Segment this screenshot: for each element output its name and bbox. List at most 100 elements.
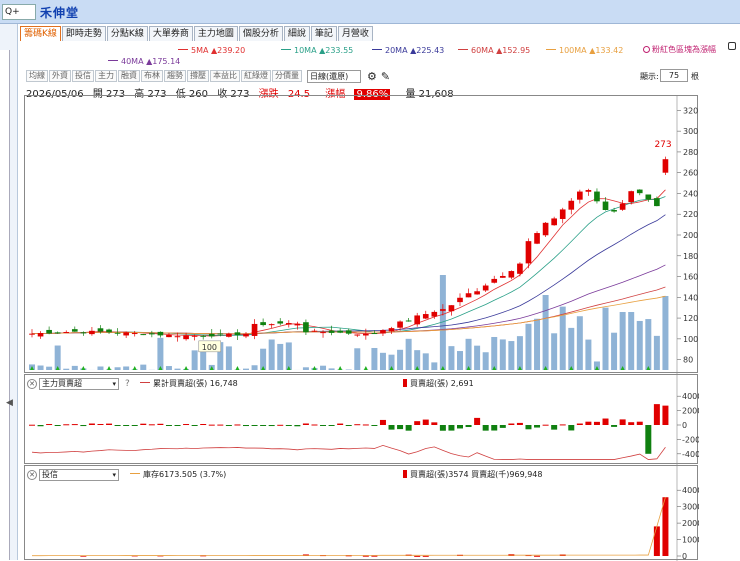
indicator-button-5[interactable]: 布林	[141, 70, 163, 82]
main-force-bar	[491, 425, 497, 431]
indicator-button-9[interactable]: 紅綠燈	[241, 70, 271, 82]
trust-bar	[534, 556, 540, 557]
main-force-bar	[380, 420, 386, 425]
left-list	[0, 50, 10, 560]
main-force-bar	[414, 421, 420, 425]
volume-bar	[474, 346, 480, 370]
tab-8[interactable]: 月營收	[338, 26, 373, 41]
main-force-bar	[38, 425, 44, 426]
y-tick-label: 4000	[682, 392, 699, 401]
search-icon[interactable]: Q+	[5, 7, 20, 17]
main-force-bar	[303, 423, 309, 425]
volume-bar	[543, 295, 549, 370]
volume-bar	[157, 338, 163, 370]
show-count-input[interactable]: 75	[660, 69, 688, 82]
help-icon[interactable]: ?	[125, 379, 130, 389]
main-force-bar	[72, 424, 78, 425]
volume-bar	[448, 346, 454, 370]
main-force-bar	[337, 424, 343, 425]
y-tick-label: 300	[683, 127, 698, 136]
indicator-button-0[interactable]: 均線	[26, 70, 48, 82]
pane2-indicator-select[interactable]: 主力買賣超	[39, 378, 119, 390]
close-icon[interactable]: ✕	[27, 379, 37, 389]
volume-bar	[517, 336, 523, 370]
volume-bar	[192, 350, 198, 370]
volume-bar	[380, 353, 386, 370]
main-force-bar	[466, 425, 472, 427]
tab-0[interactable]: 籌碼K線	[20, 26, 61, 41]
candle-body	[72, 329, 78, 332]
ma-line-5	[32, 190, 665, 336]
candle-body	[603, 202, 609, 210]
gear-icon[interactable]: ⚙	[367, 70, 377, 83]
indicator-button-1[interactable]: 外資	[49, 70, 71, 82]
close-icon[interactable]: ✕	[27, 470, 37, 480]
indicator-button-2[interactable]: 投信	[72, 70, 94, 82]
volume-bar	[483, 352, 489, 370]
main-force-bar	[354, 424, 360, 425]
indicator-button-6[interactable]: 趨勢	[164, 70, 186, 82]
main-force-bar	[594, 422, 600, 425]
y-tick-label: 140	[683, 293, 698, 302]
candle-body	[46, 330, 52, 333]
main-force-bar	[603, 419, 609, 425]
candle-body	[568, 201, 574, 210]
volume-bar	[243, 369, 249, 370]
trust-bar	[654, 526, 660, 556]
main-force-bar	[448, 425, 454, 431]
show-unit: 根	[691, 71, 699, 82]
trust-pane[interactable]: 01000200030004000 ✕ 投信 庫存6173.505 (3.7%)…	[24, 465, 698, 560]
candle-body	[243, 334, 249, 337]
y-tick-label: 200	[683, 231, 698, 240]
candle-body	[286, 323, 292, 325]
indicator-button-7[interactable]: 撐壓	[187, 70, 209, 82]
volume-bar	[551, 333, 557, 370]
candle-body	[628, 191, 634, 202]
hint-text: 粉紅色區塊為漲幅	[643, 44, 716, 55]
main-force-bar	[234, 424, 240, 425]
search-tool[interactable]: Q+	[2, 4, 36, 20]
period-select[interactable]: 日線(還原)	[307, 70, 361, 83]
volume-bar	[354, 348, 360, 370]
y-tick-label: 320	[683, 106, 698, 115]
volume-bar	[63, 369, 69, 370]
main-force-bar	[525, 425, 531, 429]
main-force-bar	[474, 418, 480, 425]
candle-body	[89, 331, 95, 334]
indicator-button-10[interactable]: 分價量	[272, 70, 302, 82]
collapse-arrow-icon[interactable]: ◀	[6, 398, 13, 408]
tab-5[interactable]: 個股分析	[239, 26, 283, 41]
volume-bar	[72, 366, 78, 370]
tab-3[interactable]: 大單券商	[149, 26, 193, 41]
candle-body	[457, 298, 463, 302]
tab-2[interactable]: 分點K線	[107, 26, 148, 41]
volume-bar	[628, 312, 634, 370]
main-force-bar	[423, 420, 429, 425]
tab-7[interactable]: 筆記	[311, 26, 337, 41]
candle-body	[423, 314, 429, 318]
candle-body	[295, 324, 301, 326]
trust-chart[interactable]: 01000200030004000	[25, 466, 699, 561]
main-force-bar	[97, 424, 103, 425]
lock-icon[interactable]	[728, 42, 736, 50]
indicator-button-8[interactable]: 本益比	[210, 70, 240, 82]
signal-marker	[235, 366, 239, 370]
tab-1[interactable]: 即時走勢	[62, 26, 106, 41]
kline-chart-pane[interactable]: 8010012014016018020022024026028030032010…	[24, 95, 698, 373]
main-force-pane[interactable]: -4000-2000020004000 ✕ 主力買賣超 ? 累計買賣超(張) 1…	[24, 374, 698, 464]
volume-bar	[166, 366, 172, 370]
indicator-button-3[interactable]: 主力	[95, 70, 117, 82]
candle-body	[440, 309, 446, 311]
candle-body	[543, 223, 549, 235]
pane3-legend-holdings: 庫存6173.505 (3.7%)	[130, 469, 226, 480]
tab-4[interactable]: 主力地圖	[194, 26, 238, 41]
pane3-indicator-select[interactable]: 投信	[39, 469, 119, 481]
pen-icon[interactable]: ✎	[381, 70, 390, 83]
y-tick-label: 80	[683, 356, 693, 365]
main-force-bar	[140, 424, 146, 425]
y-tick-label: 240	[683, 189, 698, 198]
tab-6[interactable]: 細說	[284, 26, 310, 41]
kline-chart[interactable]: 8010012014016018020022024026028030032010…	[25, 96, 699, 374]
indicator-button-4[interactable]: 融資	[118, 70, 140, 82]
main-force-bar	[311, 425, 317, 426]
